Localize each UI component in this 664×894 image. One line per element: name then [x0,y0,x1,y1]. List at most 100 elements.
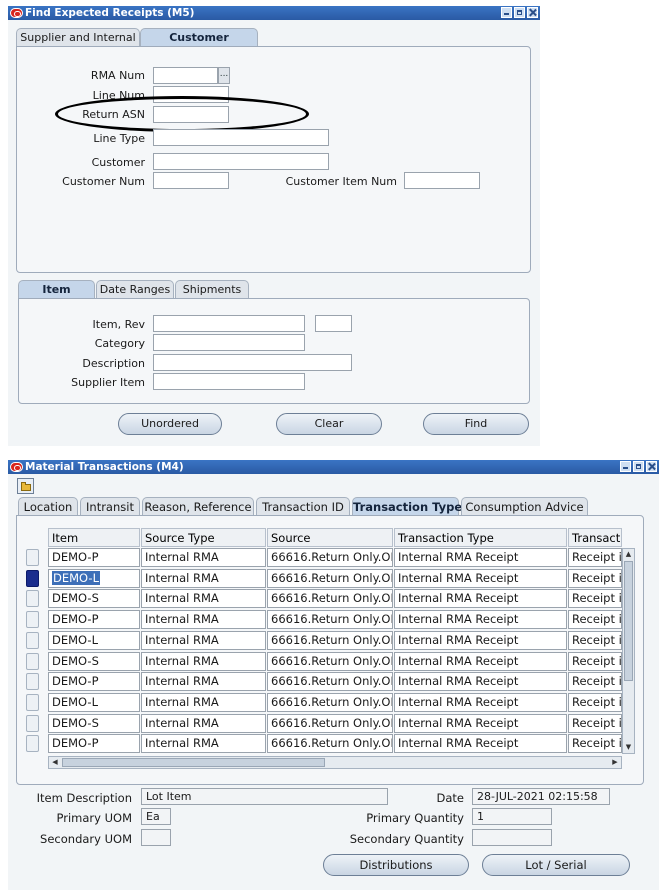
clear-button[interactable]: Clear [276,413,382,435]
mt-window-title-bar[interactable]: Material Transactions (M4) [8,460,659,474]
row-indicator[interactable] [26,611,39,628]
scroll-left-arrow-icon[interactable]: ◀ [50,757,60,768]
cell-source[interactable]: 66616.Return Only.OI [267,589,393,608]
tab-location[interactable]: Location [18,497,78,516]
cell-item[interactable]: DEMO-P [48,610,140,629]
secondary-uom-field[interactable] [141,829,171,846]
cell-source[interactable]: 66616.Return Only.OI [267,734,393,753]
tab-item[interactable]: Item [18,280,95,299]
rma-num-field[interactable] [153,67,218,84]
cell-transaction-type[interactable]: Internal RMA Receipt [394,548,567,567]
column-header-transaction-type[interactable]: Transaction Type [394,528,567,547]
scroll-down-arrow-icon[interactable]: ▼ [623,742,634,753]
row-indicator[interactable] [26,673,39,690]
cell-item[interactable]: DEMO-P [48,548,140,567]
line-type-field[interactable] [153,129,329,146]
supplier-item-field[interactable] [153,373,305,390]
cell-source-type[interactable]: Internal RMA [141,714,266,733]
cell-source[interactable]: 66616.Return Only.OI [267,610,393,629]
cell-source-type[interactable]: Internal RMA [141,672,266,691]
row-indicator[interactable] [26,694,39,711]
vertical-scroll-thumb[interactable] [624,561,633,681]
cell-source[interactable]: 66616.Return Only.OI [267,714,393,733]
close-icon[interactable] [646,461,657,472]
find-button[interactable]: Find [423,413,529,435]
cell-source[interactable]: 66616.Return Only.OI [267,548,393,567]
cell-transaction-action[interactable]: Receipt i [568,672,622,691]
scroll-right-arrow-icon[interactable]: ▶ [610,757,620,768]
cell-source-type[interactable]: Internal RMA [141,548,266,567]
tab-intransit[interactable]: Intransit [80,497,140,516]
cell-source-type[interactable]: Internal RMA [141,569,266,588]
find-window-title-bar[interactable]: Find Expected Receipts (M5) [8,6,540,20]
cell-transaction-type[interactable]: Internal RMA Receipt [394,631,567,650]
cell-transaction-action[interactable]: Receipt i [568,548,622,567]
scroll-up-arrow-icon[interactable]: ▲ [623,549,634,560]
cell-transaction-type[interactable]: Internal RMA Receipt [394,610,567,629]
row-indicator[interactable] [26,590,39,607]
customer-num-field[interactable] [153,172,229,189]
cell-transaction-type[interactable]: Internal RMA Receipt [394,714,567,733]
cell-transaction-action[interactable]: Receipt i [568,734,622,753]
cell-source-type[interactable]: Internal RMA [141,734,266,753]
cell-source-type[interactable]: Internal RMA [141,631,266,650]
cell-transaction-action[interactable]: Receipt i [568,569,622,588]
folder-icon[interactable] [17,478,34,494]
row-indicator[interactable] [26,715,39,732]
primary-uom-field[interactable]: Ea [141,808,171,825]
cell-transaction-action[interactable]: Receipt i [568,652,622,671]
tab-consumption-advice[interactable]: Consumption Advice [461,497,588,516]
cell-source-type[interactable]: Internal RMA [141,589,266,608]
cell-transaction-action[interactable]: Receipt i [568,693,622,712]
cell-source-type[interactable]: Internal RMA [141,652,266,671]
cell-item[interactable]: DEMO-S [48,652,140,671]
minimize-icon[interactable] [620,461,631,472]
distributions-button[interactable]: Distributions [323,854,469,876]
tab-date-ranges[interactable]: Date Ranges [96,280,174,299]
row-indicator[interactable] [26,549,39,566]
cell-transaction-action[interactable]: Receipt i [568,589,622,608]
column-header-transaction-action[interactable]: Transact [568,528,622,547]
revision-field[interactable] [315,315,352,332]
customer-field[interactable] [153,153,329,170]
cell-transaction-action[interactable]: Receipt i [568,610,622,629]
rma-num-lov-button[interactable]: ... [218,67,230,84]
cell-source[interactable]: 66616.Return Only.OI [267,569,393,588]
column-header-source[interactable]: Source [267,528,393,547]
close-icon[interactable] [527,7,538,18]
cell-item[interactable]: DEMO-L [48,631,140,650]
unordered-button[interactable]: Unordered [118,413,222,435]
cell-item[interactable]: DEMO-L [48,569,140,588]
date-field[interactable]: 28-JUL-2021 02:15:58 [472,788,610,805]
primary-quantity-field[interactable]: 1 [472,808,552,825]
tab-transaction-type[interactable]: Transaction Type [352,497,462,516]
grid-horizontal-scrollbar[interactable]: ◀ ▶ [48,756,622,769]
cell-item[interactable]: DEMO-S [48,714,140,733]
cell-transaction-type[interactable]: Internal RMA Receipt [394,569,567,588]
cell-source[interactable]: 66616.Return Only.OI [267,631,393,650]
cell-item[interactable]: DEMO-P [48,734,140,753]
cell-source[interactable]: 66616.Return Only.OI [267,693,393,712]
item-description-field[interactable]: Lot Item [141,788,388,805]
grid-vertical-scrollbar[interactable]: ▲ ▼ [622,548,635,754]
cell-transaction-type[interactable]: Internal RMA Receipt [394,672,567,691]
secondary-quantity-field[interactable] [472,829,552,846]
cell-source[interactable]: 66616.Return Only.OI [267,672,393,691]
tab-transaction-id[interactable]: Transaction ID [256,497,350,516]
item-field[interactable] [153,315,305,332]
cell-source[interactable]: 66616.Return Only.OI [267,652,393,671]
customer-item-num-field[interactable] [404,172,480,189]
cell-transaction-type[interactable]: Internal RMA Receipt [394,693,567,712]
tab-customer[interactable]: Customer [140,28,258,47]
row-indicator[interactable] [26,653,39,670]
maximize-icon[interactable] [633,461,644,472]
tab-supplier-and-internal[interactable]: Supplier and Internal [16,28,140,47]
cell-source-type[interactable]: Internal RMA [141,610,266,629]
minimize-icon[interactable] [501,7,512,18]
horizontal-scroll-thumb[interactable] [62,758,325,767]
description-field[interactable] [153,354,352,371]
row-indicator[interactable] [26,735,39,752]
cell-transaction-action[interactable]: Receipt i [568,631,622,650]
cell-source-type[interactable]: Internal RMA [141,693,266,712]
cell-transaction-type[interactable]: Internal RMA Receipt [394,652,567,671]
